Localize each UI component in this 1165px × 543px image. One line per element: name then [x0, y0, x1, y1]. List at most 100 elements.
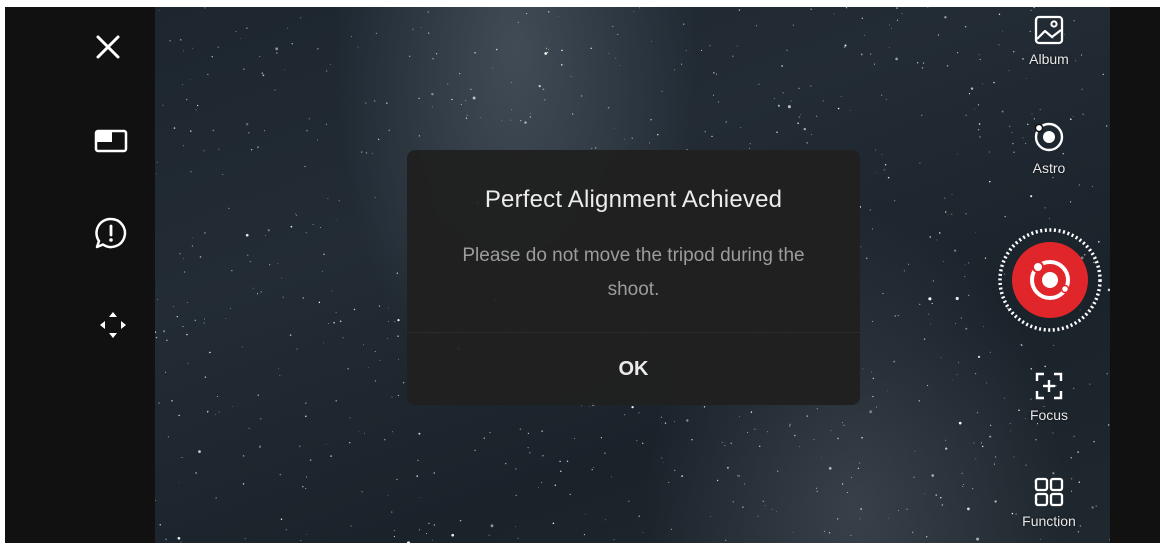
star: [418, 432, 421, 435]
star: [312, 223, 314, 225]
star: [209, 351, 211, 354]
star: [279, 375, 281, 377]
star: [289, 334, 292, 336]
star: [218, 411, 220, 413]
star: [956, 374, 958, 375]
alert-bubble-icon: [95, 217, 127, 249]
star: [306, 476, 308, 478]
star: [978, 123, 981, 125]
star: [222, 173, 224, 175]
star: [837, 518, 839, 520]
star: [325, 123, 327, 125]
star: [342, 337, 344, 339]
astro-button[interactable]: Astro: [1009, 120, 1089, 176]
album-button[interactable]: Album: [1009, 15, 1089, 67]
star: [192, 237, 193, 239]
star: [241, 346, 243, 348]
shutter-button[interactable]: [997, 227, 1103, 333]
star: [184, 271, 186, 273]
star: [1030, 195, 1033, 198]
star: [559, 460, 561, 463]
focus-label: Focus: [1029, 407, 1069, 423]
star: [1091, 506, 1094, 509]
star: [916, 62, 919, 64]
star: [163, 330, 166, 333]
star: [581, 95, 583, 97]
viewfinder: Perfect Alignment Achieved Please do not…: [155, 7, 1110, 543]
star: [267, 229, 270, 232]
star: [1030, 368, 1033, 370]
star: [888, 517, 890, 519]
star: [231, 405, 233, 407]
star: [589, 406, 590, 407]
star: [955, 323, 957, 324]
star: [1004, 397, 1006, 399]
star: [1044, 207, 1046, 209]
star: [529, 116, 531, 118]
star: [544, 52, 548, 55]
star: [387, 307, 389, 309]
star: [600, 437, 603, 439]
star: [541, 481, 543, 483]
star: [631, 137, 633, 139]
star: [377, 138, 380, 141]
star: [628, 500, 630, 503]
star: [988, 151, 990, 153]
star: [787, 105, 791, 109]
star: [548, 11, 550, 13]
star: [957, 362, 959, 364]
star: [397, 319, 400, 322]
star: [542, 88, 545, 91]
alignment-dialog: Perfect Alignment Achieved Please do not…: [407, 150, 860, 405]
move-button[interactable]: [95, 307, 131, 343]
star: [374, 100, 376, 102]
star: [965, 327, 968, 330]
star: [526, 13, 528, 15]
ok-button[interactable]: OK: [407, 333, 860, 405]
star: [927, 7, 929, 8]
star: [1026, 78, 1027, 80]
star: [218, 148, 220, 150]
star: [624, 414, 626, 416]
star: [447, 83, 449, 85]
focus-button[interactable]: Focus: [1009, 371, 1089, 423]
aspect-ratio-button[interactable]: [93, 123, 129, 159]
star: [624, 138, 625, 140]
star: [187, 362, 189, 364]
star: [754, 428, 756, 430]
star: [973, 442, 975, 444]
star: [1052, 472, 1055, 475]
star: [965, 212, 967, 215]
star: [631, 405, 634, 409]
star: [947, 214, 949, 216]
star: [181, 457, 183, 459]
star: [799, 446, 801, 447]
star: [816, 408, 819, 410]
star: [280, 518, 283, 520]
star: [203, 150, 205, 152]
star: [554, 484, 557, 486]
star: [1030, 9, 1032, 11]
star: [865, 257, 868, 259]
star: [968, 294, 970, 296]
star: [926, 536, 928, 538]
star: [998, 13, 1001, 15]
star: [480, 117, 481, 118]
function-button[interactable]: Function: [1009, 477, 1089, 529]
album-icon: [1034, 15, 1064, 45]
star: [875, 149, 877, 151]
star: [781, 65, 783, 67]
star: [460, 103, 462, 106]
star: [158, 9, 160, 11]
star: [990, 424, 992, 426]
star: [608, 52, 610, 54]
star: [173, 306, 175, 307]
star: [186, 333, 188, 336]
feedback-button[interactable]: [93, 213, 129, 253]
star: [926, 384, 929, 387]
star: [396, 272, 398, 274]
star: [418, 529, 421, 531]
star: [972, 488, 974, 490]
close-button[interactable]: [90, 29, 126, 65]
star: [260, 291, 262, 293]
